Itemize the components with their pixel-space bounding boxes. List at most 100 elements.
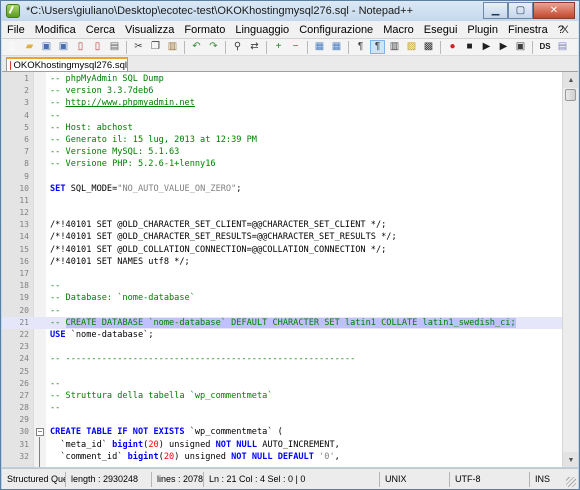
code-editor[interactable]: 1 -- phpMyAdmin SQL Dump 2 -- version 3.3.7… [2,71,578,467]
close-all-icon[interactable]: ▯ [90,40,105,54]
redo-icon[interactable]: ↷ [206,40,221,54]
menu-formato[interactable]: Formato [179,24,230,36]
stop-macro-icon[interactable]: ■ [462,40,477,54]
print-icon[interactable]: ▤ [107,40,122,54]
tab-active-document[interactable]: OKOKhostingmysql276.sql [6,57,128,71]
menu-configurazione[interactable]: Configurazione [294,24,378,36]
plugin-icon[interactable]: ▤ [555,40,570,54]
sync-v-icon[interactable]: ▦ [312,40,327,54]
code-line[interactable]: 9 [2,171,578,183]
code-line[interactable]: 13 /*!40101 SET @OLD_CHARACTER_SET_CLIENT… [2,219,578,231]
code-line[interactable]: 11 [2,195,578,207]
doc-map-icon[interactable]: ▩ [421,40,436,54]
code-line[interactable]: 21 -- CREATE DATABASE `nome-database` DEF… [2,316,578,329]
record-macro-icon[interactable]: ● [445,40,460,54]
code-line[interactable]: 16 /*!40101 SET NAMES utf8 */; [2,256,578,268]
code-line[interactable]: 28 -- [2,402,578,414]
menu-visualizza[interactable]: Visualizza [120,24,179,36]
maximize-icon[interactable]: ▢ [508,2,533,19]
line-number: 27 [19,390,29,400]
line-number: 20 [19,305,29,315]
code-line[interactable]: 1 -- phpMyAdmin SQL Dump [2,73,578,85]
menu-esegui[interactable]: Esegui [419,24,463,36]
token-comment: -- Database: `nome-database` [50,293,195,304]
code-line[interactable]: 19 -- Database: `nome-database` [2,292,578,304]
code-line[interactable]: 3 -- http://www.phpmyadmin.net [2,97,578,109]
notepadpp-app-icon[interactable] [6,4,20,18]
spellcheck-icon[interactable]: DS [537,40,553,54]
code-line[interactable]: 10 SET SQL_MODE="NO_AUTO_VALUE_ON_ZERO"; [2,183,578,195]
save-icon[interactable]: ▣ [39,40,54,54]
sync-h-icon[interactable]: ▦ [329,40,344,54]
code-line[interactable]: 20 -- [2,305,578,317]
close-window-icon[interactable]: ✕ [533,2,575,19]
token-comment: -- -------------------------------------… [50,354,356,365]
code-line[interactable]: 22 USE `nome-database`; [2,329,578,341]
code-line[interactable]: 2 -- version 3.3.7deb6 [2,85,578,97]
code-line[interactable]: 4 -- [2,110,578,122]
menu-macro[interactable]: Macro [378,24,419,36]
menu-finestra[interactable]: Finestra [503,24,553,36]
zoom-out-icon[interactable]: − [288,40,303,54]
code-line[interactable]: 29 [2,414,578,426]
play-macro-icon[interactable]: ▶ [479,40,494,54]
vertical-scrollbar[interactable]: ▲ ▼ [562,72,578,467]
menu-modifica[interactable]: Modifica [30,24,81,36]
udl-icon[interactable]: ▨ [404,40,419,54]
code-line[interactable]: 5 -- Host: abchost [2,122,578,134]
scroll-down-icon[interactable]: ▼ [563,452,578,467]
token-plain: SQL_MODE= [65,183,118,194]
code-line[interactable]: 17 [2,268,578,280]
code-line[interactable]: 15 /*!40101 SET @OLD_COLLATION_CONNECTION… [2,244,578,256]
code-line[interactable]: 25 [2,366,578,378]
menu-cerca[interactable]: Cerca [81,24,120,36]
code-line[interactable]: 32 `comment_id` bigint(20) unsigned NOT … [2,451,578,463]
new-file-icon[interactable]: ▯ [5,40,20,54]
replace-icon[interactable]: ⇄ [247,40,262,54]
code-text: -- Generato il: 15 lug, 2013 at 12:39 PM [50,134,257,146]
save-all-icon[interactable]: ▣ [56,40,71,54]
minimize-icon[interactable]: ▁ [483,2,508,19]
code-line[interactable]: 6 -- Generato il: 15 lug, 2013 at 12:39 P… [2,134,578,146]
line-number: 2 [24,86,29,96]
menu-linguaggio[interactable]: Linguaggio [230,24,294,36]
undo-icon[interactable]: ↶ [189,40,204,54]
code-line[interactable]: 26 -- [2,378,578,390]
resize-grip-icon[interactable] [566,477,576,487]
indent-guide-icon[interactable]: ▥ [387,40,402,54]
copy-icon[interactable]: ❐ [148,40,163,54]
line-number: 30 [19,427,29,437]
code-text: -- -------------------------------------… [50,353,355,365]
code-line[interactable]: 14 /*!40101 SET @OLD_CHARACTER_SET_RESULT… [2,231,578,243]
scroll-up-icon[interactable]: ▲ [563,72,578,88]
code-line[interactable]: 8 -- Versione PHP: 5.2.6-1+lenny16 [2,158,578,170]
menu-plugin[interactable]: Plugin [462,24,503,36]
menu-file[interactable]: File [2,24,30,36]
code-line[interactable]: 7 -- Versione MySQL: 5.1.63 [2,146,578,158]
code-line[interactable]: 27 -- Struttura della tabella `wp_comment… [2,390,578,402]
code-line[interactable]: 30− CREATE TABLE IF NOT EXISTS `wp_commen… [2,426,578,438]
code-line[interactable]: 23 [2,341,578,353]
code-line[interactable]: 31 `meta_id` bigint(20) unsigned NOT NUL… [2,439,578,451]
token-comment: -- [50,305,61,316]
token-plain: `wp_commentmeta` ( [184,427,283,438]
scrollbar-thumb[interactable] [565,89,576,101]
zoom-in-icon[interactable]: + [271,40,286,54]
token-plain: `meta_id` [50,439,113,450]
close-icon[interactable]: ▯ [73,40,88,54]
code-line[interactable]: 18 -- [2,280,578,292]
find-icon[interactable]: ⚲ [230,40,245,54]
fold-toggle-icon[interactable]: − [36,428,44,437]
paste-icon[interactable]: ▥ [165,40,180,54]
all-chars-icon[interactable]: ¶ [370,40,385,54]
close-document-button[interactable]: X [558,23,572,37]
play-multiple-icon[interactable]: ▶ [496,40,511,54]
code-line[interactable]: 12 [2,207,578,219]
save-macro-icon[interactable]: ▣ [513,40,528,54]
cut-icon[interactable]: ✂ [131,40,146,54]
code-lines[interactable]: 1 -- phpMyAdmin SQL Dump 2 -- version 3.3.7… [2,73,578,463]
token-comment: -- version 3.3.7deb6 [50,86,154,97]
code-line[interactable]: 24 -- -----------------------------------… [2,353,578,365]
word-wrap-icon[interactable]: ¶ [353,40,368,54]
open-file-icon[interactable]: ▰ [22,40,37,54]
